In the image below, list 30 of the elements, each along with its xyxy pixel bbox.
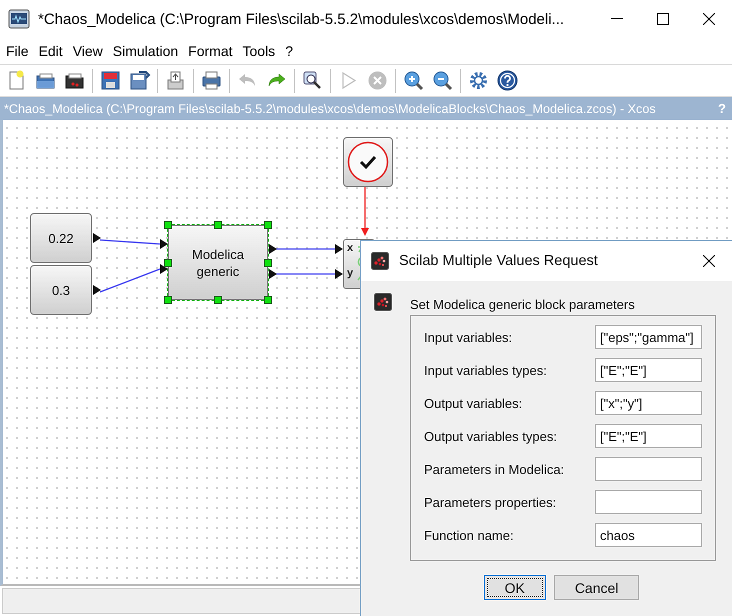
constant-block[interactable]: 0.22 [30,213,92,263]
menu-item[interactable]: Tools [238,43,280,59]
menu-item[interactable]: Edit [34,43,67,59]
constant-block[interactable]: 0.3 [30,265,92,315]
input-field[interactable]: ["E";"E"] [595,424,702,448]
menu-item[interactable]: Format [184,43,236,59]
modelica-block[interactable]: Modelica generic [168,225,268,300]
window-title: *Chaos_Modelica (C:\Program Files\scilab-5.5.2\modules\xcos\demos\Modeli... [38,10,566,28]
field-label: Output variables types: [424,428,557,444]
port-label: y [347,267,354,279]
input-field[interactable]: ["E";"E"] [595,358,702,382]
menu-item[interactable]: File [2,43,33,59]
field-label: Input variables: [424,330,512,344]
input-field[interactable]: ["eps";"gamma"] [595,325,702,349]
input-field[interactable]: chaos [595,523,702,547]
field-label: Function name: [424,528,514,542]
field-label: Parameters in Modelica: [424,462,564,476]
menu-item[interactable]: Simulation [108,43,182,59]
dialog-button[interactable]: Cancel [554,575,640,600]
dialog-button[interactable]: OK [484,575,546,600]
menu-item[interactable]: View [68,43,107,59]
input-field[interactable]: ["x";"y"] [595,391,702,415]
port-label: x [347,242,354,254]
dialog-title: Scilab Multiple Values Request [399,253,599,269]
field-label: Output variables: [424,396,522,410]
field-label: Input variables types: [424,362,547,378]
field-label: Parameters properties: [424,494,556,510]
menu-item[interactable]: ? [281,43,297,59]
dialog-message: Set Modelica generic block parameters [410,297,635,312]
document-title: *Chaos_Modelica (C:\Program Files\scilab-5.5.2\modules\xcos\demos\ModelicaBlocks\Chaos_Modelica.zcos) - Xcos [4,102,657,116]
